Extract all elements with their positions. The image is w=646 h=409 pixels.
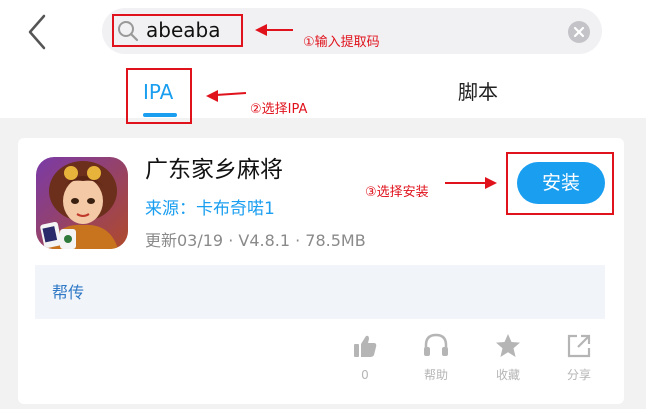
thumbs-up-icon: [354, 335, 377, 357]
annotation-step2: ②选择IPA: [250, 102, 308, 117]
clear-search-button[interactable]: [568, 21, 590, 43]
mahjong-character-icon: [36, 157, 128, 249]
chevron-left-icon: [28, 14, 46, 50]
annotation-step1: ①输入提取码: [303, 35, 380, 50]
share-action[interactable]: 分享: [559, 333, 599, 385]
annotation-arrow-icon: [255, 24, 293, 36]
share-action-label: 分享: [566, 368, 591, 382]
help-panel: [35, 265, 605, 319]
help-action[interactable]: 帮助: [416, 333, 456, 385]
annotation-arrow-icon: [445, 177, 497, 189]
help-action-label: 帮助: [423, 368, 448, 382]
favorite-action[interactable]: 收藏: [488, 333, 528, 385]
app-name: 广东家乡麻将: [145, 157, 283, 183]
help-link[interactable]: 帮传: [52, 283, 84, 303]
headset-icon: [424, 333, 448, 356]
share-icon: [567, 334, 591, 358]
annotation-step3: ③选择安装: [365, 185, 429, 200]
like-count: 0: [361, 368, 369, 382]
like-action[interactable]: 0: [345, 333, 385, 385]
annotation-box-ipa-tab: [126, 68, 192, 124]
annotation-box-search: [112, 14, 243, 47]
tab-script[interactable]: 脚本: [458, 80, 498, 104]
annotation-arrow-icon: [206, 90, 247, 102]
annotation-box-install: [506, 152, 614, 215]
app-source[interactable]: 来源：卡布奇喏1: [145, 198, 275, 220]
star-icon: [496, 334, 520, 357]
favorite-action-label: 收藏: [495, 368, 520, 382]
back-button[interactable]: [22, 12, 56, 52]
app-meta: 更新03/19 · V4.8.1 · 78.5MB: [145, 231, 366, 250]
app-icon[interactable]: [36, 157, 128, 249]
